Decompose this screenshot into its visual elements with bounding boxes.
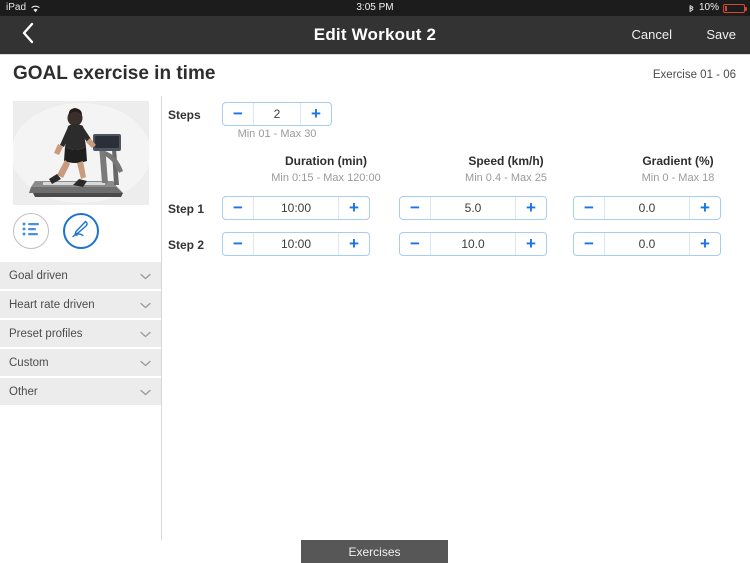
step-1-gradient-stepper[interactable]: − 0.0 +	[573, 196, 721, 220]
sidebar-item-label: Heart rate driven	[9, 298, 95, 311]
pen-edit-icon	[71, 220, 91, 243]
sidebar-item-other[interactable]: Other	[0, 378, 161, 407]
workout-form-panel: Steps − 2 + Min 01 - Max 30 Duration (mi…	[162, 54, 750, 563]
steps-range: Min 01 - Max 30	[237, 128, 317, 140]
minus-icon[interactable]: −	[574, 197, 604, 219]
step-1-gradient-value[interactable]: 0.0	[605, 197, 689, 219]
step-2-speed-value[interactable]: 10.0	[431, 233, 515, 255]
step-2-speed-stepper[interactable]: − 10.0 +	[399, 232, 547, 256]
sidebar: Goal driven Heart rate driven Preset pro…	[0, 262, 161, 407]
step-1-speed-stepper[interactable]: − 5.0 +	[399, 196, 547, 220]
minus-icon[interactable]: −	[400, 197, 430, 219]
row-label-step-2: Step 2	[168, 238, 205, 252]
cancel-button[interactable]: Cancel	[632, 16, 672, 54]
minus-icon[interactable]: −	[223, 233, 253, 255]
chevron-down-icon	[140, 267, 151, 285]
minus-icon[interactable]: −	[223, 103, 253, 125]
column-header-duration: Duration (min)	[285, 154, 367, 168]
status-bar: iPad 3:05 PM 10%	[0, 0, 750, 16]
plus-icon[interactable]: +	[339, 233, 369, 255]
plus-icon[interactable]: +	[339, 197, 369, 219]
sidebar-item-goal-driven[interactable]: Goal driven	[0, 262, 161, 291]
chevron-down-icon	[140, 383, 151, 401]
tab-exercises[interactable]: Exercises	[301, 540, 448, 563]
save-button[interactable]: Save	[706, 16, 736, 54]
step-1-duration-stepper[interactable]: − 10:00 +	[222, 196, 370, 220]
step-2-duration-value[interactable]: 10:00	[254, 233, 338, 255]
plus-icon[interactable]: +	[301, 103, 331, 125]
sidebar-item-custom[interactable]: Custom	[0, 349, 161, 378]
minus-icon[interactable]: −	[400, 233, 430, 255]
status-bar-time: 3:05 PM	[356, 2, 394, 13]
sidebar-item-heart-rate-driven[interactable]: Heart rate driven	[0, 291, 161, 320]
steps-value[interactable]: 2	[254, 103, 300, 125]
step-2-gradient-value[interactable]: 0.0	[605, 233, 689, 255]
status-bar-right: 10%	[688, 0, 747, 16]
app-root: iPad 3:05 PM 10% Edit Workout 2 Cancel S…	[0, 0, 750, 563]
column-header-speed: Speed (km/h)	[468, 154, 544, 168]
sidebar-item-label: Preset profiles	[9, 327, 83, 340]
steps-label: Steps	[168, 108, 201, 122]
step-1-duration-value[interactable]: 10:00	[254, 197, 338, 219]
minus-icon[interactable]: −	[574, 233, 604, 255]
column-range-speed: Min 0.4 - Max 25	[465, 172, 547, 184]
list-view-button[interactable]	[13, 213, 49, 249]
chevron-down-icon	[140, 296, 151, 314]
pen-edit-button[interactable]	[63, 213, 99, 249]
sidebar-item-preset-profiles[interactable]: Preset profiles	[0, 320, 161, 349]
plus-icon[interactable]: +	[516, 197, 546, 219]
treadmill-runner-image	[13, 101, 149, 205]
steps-stepper[interactable]: − 2 +	[222, 102, 332, 126]
sidebar-item-label: Custom	[9, 356, 49, 369]
chevron-down-icon	[140, 354, 151, 372]
step-1-speed-value[interactable]: 5.0	[431, 197, 515, 219]
plus-icon[interactable]: +	[516, 233, 546, 255]
bluetooth-icon	[688, 3, 695, 14]
column-range-gradient: Min 0 - Max 18	[641, 172, 715, 184]
plus-icon[interactable]: +	[690, 233, 720, 255]
battery-low-icon	[723, 3, 747, 13]
row-label-step-1: Step 1	[168, 202, 205, 216]
navigation-bar: Edit Workout 2 Cancel Save	[0, 16, 750, 54]
sidebar-item-label: Other	[9, 385, 38, 398]
sidebar-item-label: Goal driven	[9, 269, 68, 282]
plus-icon[interactable]: +	[690, 197, 720, 219]
step-2-gradient-stepper[interactable]: − 0.0 +	[573, 232, 721, 256]
list-view-icon	[22, 221, 41, 241]
battery-percent: 10%	[698, 2, 719, 13]
chevron-down-icon	[140, 325, 151, 343]
minus-icon[interactable]: −	[223, 197, 253, 219]
column-header-gradient: Gradient (%)	[642, 154, 714, 168]
column-range-duration: Min 0:15 - Max 120:00	[271, 172, 381, 184]
view-mode-buttons	[13, 213, 99, 249]
step-2-duration-stepper[interactable]: − 10:00 +	[222, 232, 370, 256]
